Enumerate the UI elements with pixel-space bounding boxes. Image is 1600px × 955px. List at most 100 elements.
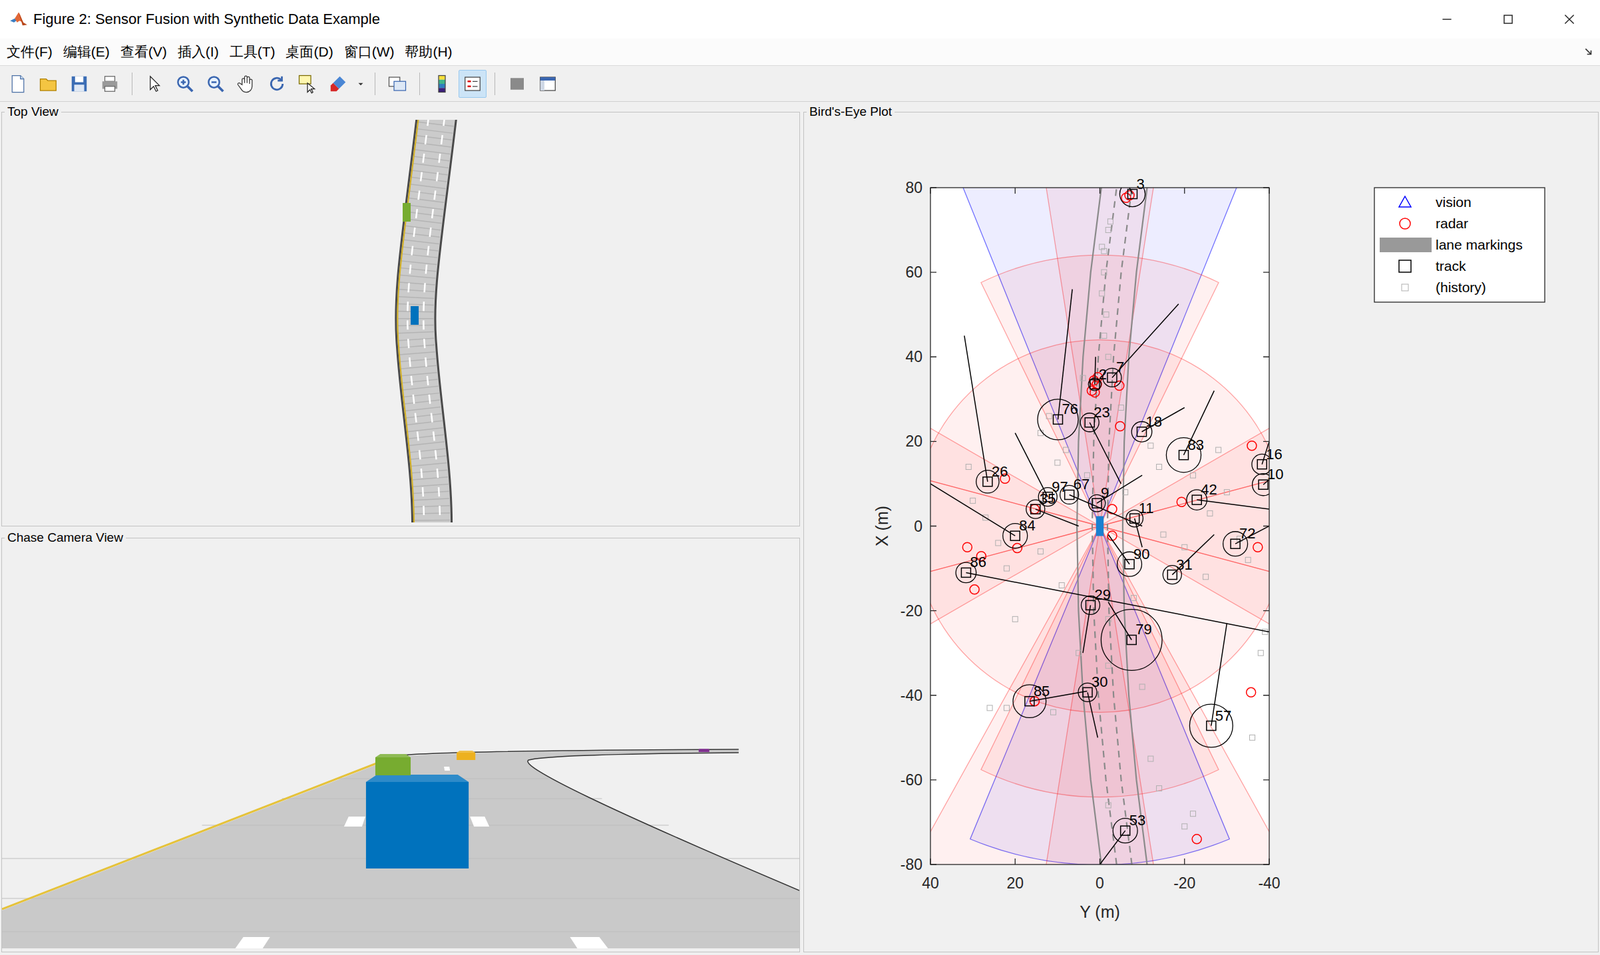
history-point — [1054, 459, 1061, 466]
track-label: 23 — [1093, 403, 1110, 421]
track[interactable] — [1088, 475, 1143, 512]
svg-text:0: 0 — [1095, 874, 1105, 892]
history-point — [1050, 709, 1057, 715]
history-point — [1148, 756, 1154, 762]
hide-tools-button[interactable] — [503, 69, 532, 98]
track[interactable] — [1102, 304, 1179, 388]
lane-marking — [1107, 187, 1133, 865]
svg-text:80: 80 — [905, 179, 923, 197]
track-label: 86 — [969, 553, 986, 571]
track[interactable] — [1189, 622, 1233, 747]
left-column: Top ViewChase Camera View — [1, 104, 800, 953]
track[interactable] — [1166, 390, 1214, 473]
ego-vehicle — [1096, 515, 1104, 536]
close-button[interactable] — [1538, 0, 1600, 39]
road-mesh — [415, 119, 437, 523]
history-point — [1190, 472, 1196, 478]
print-button[interactable] — [95, 69, 124, 98]
menu-item[interactable]: 帮助(H) — [400, 39, 456, 64]
pointer-button[interactable] — [140, 69, 169, 98]
radar-detection — [1121, 193, 1131, 203]
track[interactable] — [955, 562, 1270, 632]
show-tools-button[interactable] — [533, 69, 562, 98]
track[interactable] — [1162, 534, 1214, 584]
menu-item[interactable]: 查看(V) — [116, 39, 172, 64]
track[interactable] — [1012, 684, 1087, 719]
legend[interactable]: visionradarlane markingstrack(history) — [1374, 187, 1545, 303]
road — [415, 119, 437, 523]
radar-coverage — [1100, 438, 1270, 614]
track[interactable] — [1081, 595, 1101, 653]
chase-camera-scene[interactable] — [1, 545, 800, 949]
open-icon — [38, 73, 59, 94]
toolbar-separator — [374, 72, 376, 96]
menu-item[interactable]: 编辑(E) — [59, 39, 114, 64]
history-point — [1105, 802, 1111, 808]
history-point — [1105, 616, 1111, 622]
track-label: 9 — [1100, 484, 1109, 502]
track-label: 79 — [1135, 620, 1152, 638]
track[interactable] — [1131, 407, 1185, 442]
link-button[interactable] — [383, 69, 412, 98]
save-button[interactable] — [65, 69, 94, 98]
new-button[interactable] — [3, 69, 32, 98]
history-point — [995, 540, 1001, 546]
history-point — [1118, 404, 1124, 410]
brush-button[interactable] — [324, 69, 353, 98]
svg-text:-40: -40 — [1257, 874, 1280, 892]
rotate-button[interactable] — [262, 69, 291, 98]
x-axis-label: X (m) — [872, 505, 892, 547]
track-label: 67 — [1073, 475, 1090, 493]
datatip-button[interactable] — [293, 69, 322, 98]
track[interactable] — [1186, 489, 1270, 511]
menu-item[interactable]: 桌面(D) — [281, 39, 337, 64]
history-point — [1058, 582, 1065, 588]
menu-item[interactable]: 工具(T) — [225, 39, 280, 64]
y-axis-label: Y (m) — [1079, 902, 1121, 922]
close-icon — [1562, 11, 1577, 27]
open-button[interactable] — [34, 69, 63, 98]
pan-button[interactable] — [232, 69, 261, 98]
lane-dash — [235, 937, 271, 949]
history-point — [1223, 489, 1230, 495]
datatip-icon — [297, 73, 318, 94]
svg-text:0: 0 — [913, 517, 923, 535]
history-point — [1122, 489, 1129, 495]
zoom-out-button[interactable] — [201, 69, 230, 98]
menu-item[interactable]: 窗口(W) — [340, 39, 399, 64]
history-point — [1105, 354, 1111, 360]
dropdown-button[interactable] — [354, 69, 367, 98]
lane-marking — [423, 119, 445, 523]
show-tools-icon — [537, 73, 558, 94]
dock-arrow-icon[interactable] — [1584, 47, 1594, 57]
maximize-button[interactable] — [1477, 0, 1539, 39]
track[interactable] — [1078, 682, 1098, 738]
minimize-button[interactable] — [1416, 0, 1478, 39]
track-label: 3 — [1136, 175, 1145, 192]
track-label: 11 — [1138, 499, 1155, 517]
pointer-icon — [144, 73, 165, 94]
track-label: 90 — [1133, 545, 1150, 563]
toolbar-separator — [131, 72, 133, 96]
menu-item[interactable]: 插入(I) — [173, 39, 223, 64]
track-label: 72 — [1239, 525, 1256, 542]
history-point — [1105, 226, 1111, 233]
menu-item[interactable]: 文件(F) — [2, 39, 57, 64]
chase-camera-panel: Chase Camera View — [1, 530, 800, 953]
history-point — [1105, 662, 1111, 669]
print-icon — [99, 73, 120, 94]
birds-eye-plot[interactable]: 3727623188316102697673594211847286903129… — [803, 119, 1597, 949]
history-point — [1160, 531, 1167, 538]
track[interactable] — [930, 483, 1028, 549]
pan-icon — [236, 73, 257, 94]
matlab-logo-icon — [9, 9, 28, 29]
track[interactable] — [1100, 602, 1163, 671]
x-tick: 0 — [913, 517, 1270, 535]
track[interactable] — [1080, 413, 1121, 484]
top-view-scene[interactable] — [1, 119, 800, 523]
legend-button[interactable] — [458, 69, 487, 98]
track[interactable] — [1037, 288, 1079, 440]
colorbar-button[interactable] — [427, 69, 456, 98]
zoom-in-button[interactable] — [171, 69, 200, 98]
svg-text:40: 40 — [905, 348, 923, 366]
